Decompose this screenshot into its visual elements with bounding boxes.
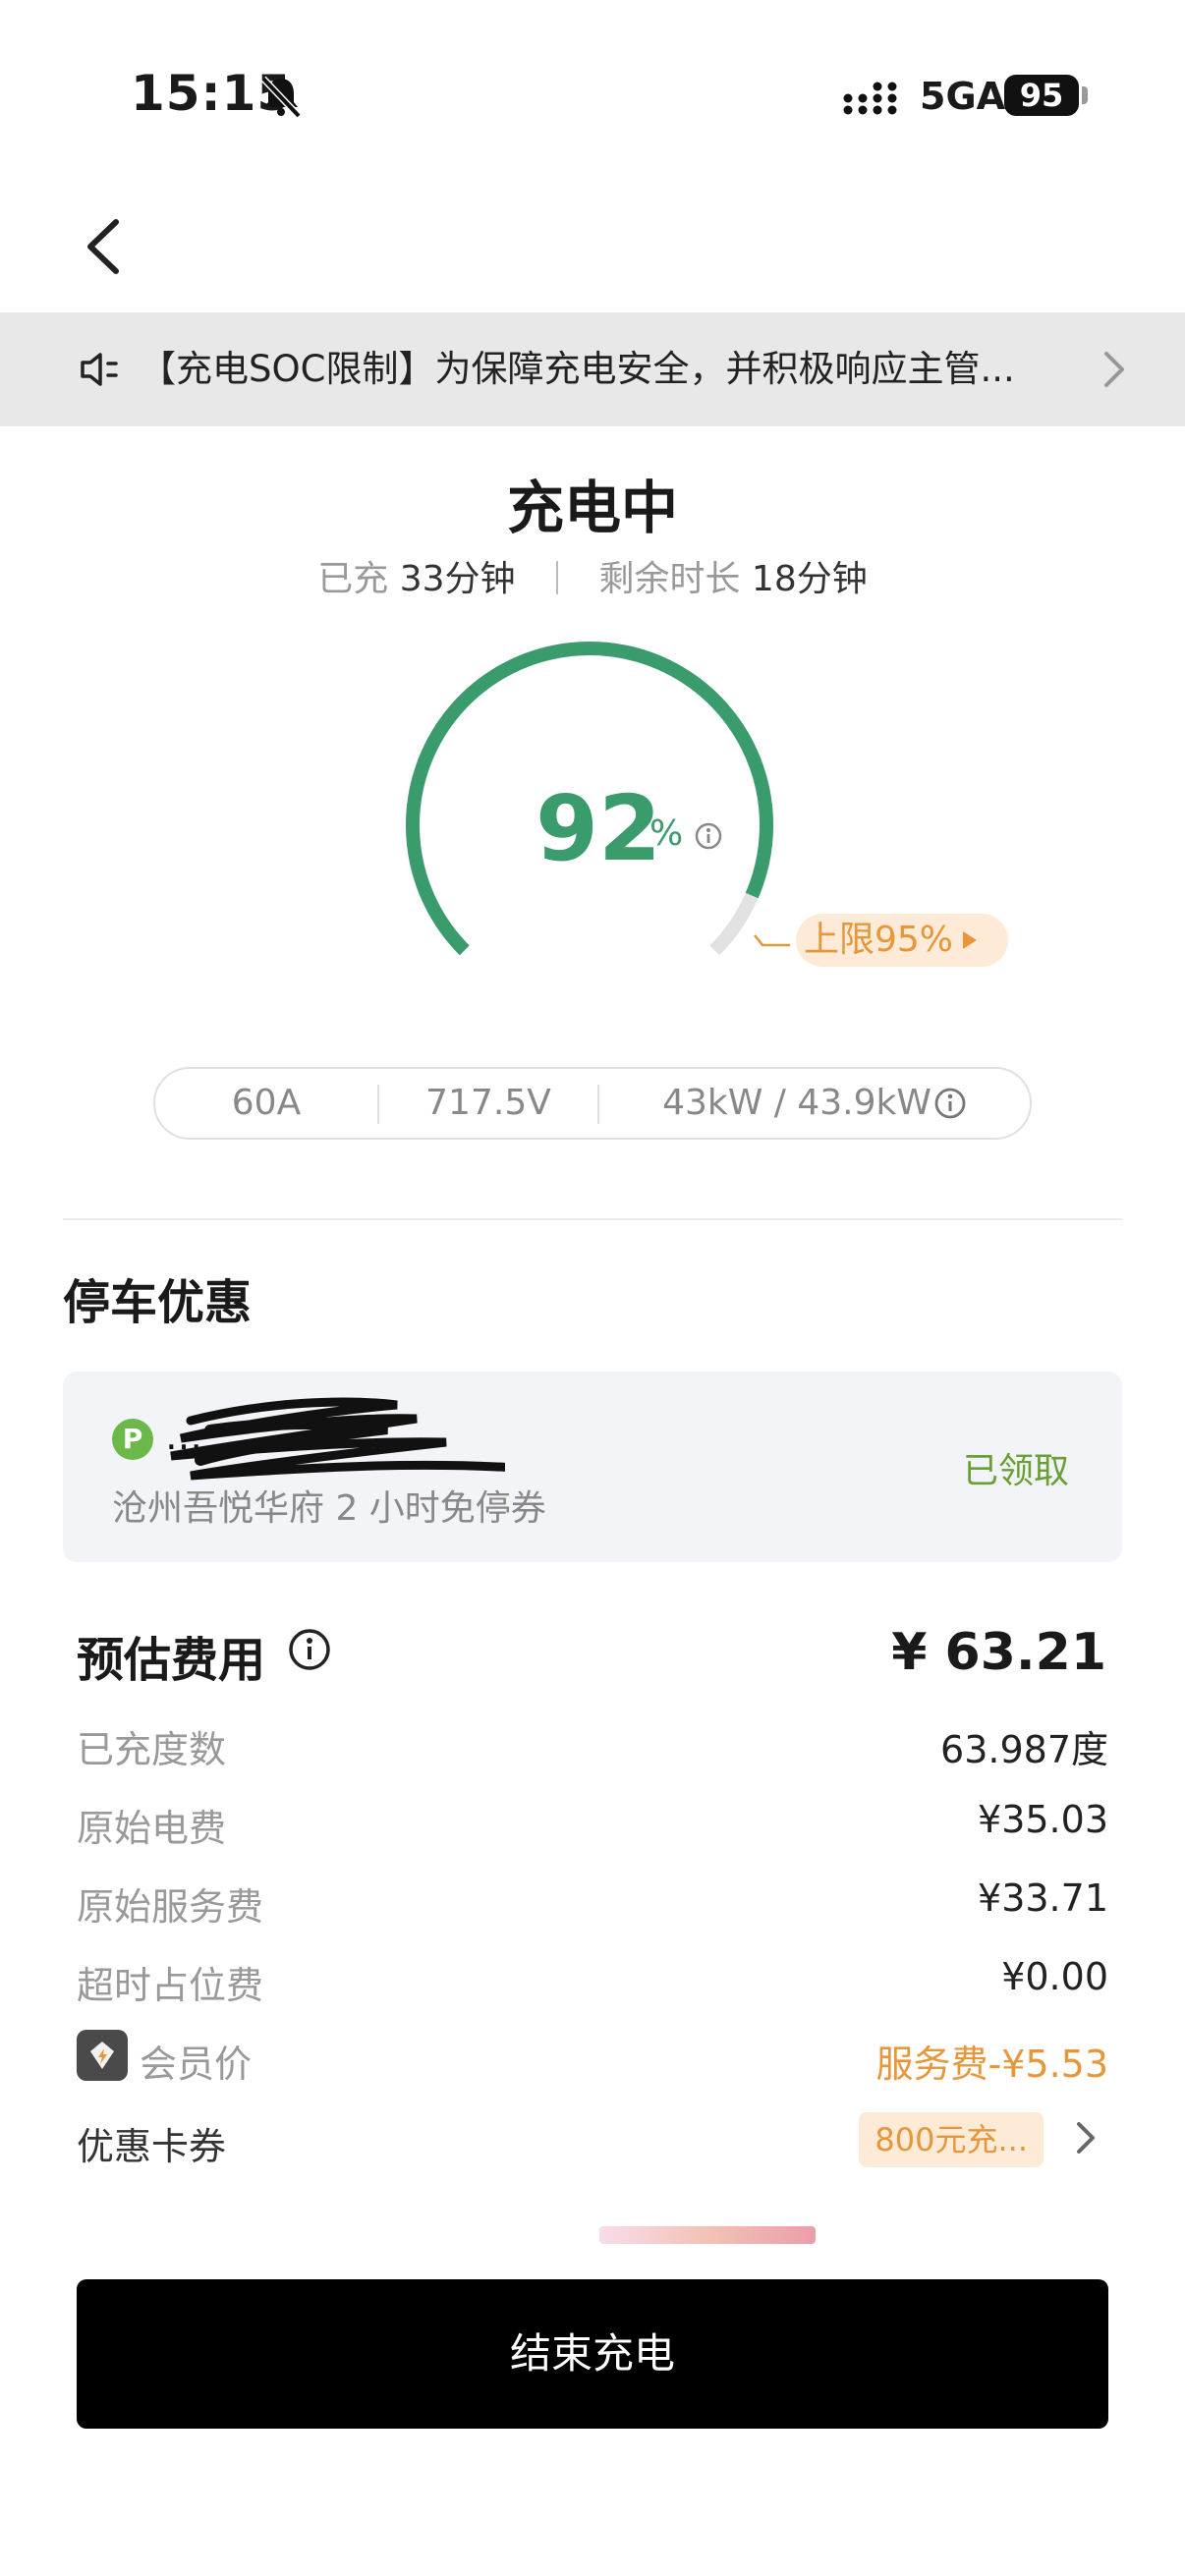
soc-limit-label: 上限95% [804,920,954,960]
coupon-label: 优惠卡券 [77,2125,227,2168]
chevron-right-icon [1104,352,1124,387]
soc-unit: % [649,813,684,854]
fee-row-value: ¥35.03 [978,1798,1108,1841]
status-bar: 15:15 5GA 95 [0,0,1185,187]
member-label: 会员价 [140,2043,253,2086]
info-icon[interactable] [694,821,723,851]
fee-row-value: ¥33.71 [978,1876,1108,1920]
fee-total: ¥ 63.21 [891,1623,1106,1682]
promo-banner-strip [599,2226,816,2244]
info-icon[interactable] [287,1627,332,1672]
fee-section-title: 预估费用 [77,1633,266,1688]
fee-row-label: 原始电费 [77,1807,227,1850]
soc-value: 92 [536,776,662,881]
fee-row-electricity: 原始电费 ¥35.03 [77,1798,1108,1857]
charge-status-title: 充电中 [506,475,678,541]
triangle-right-icon [963,931,978,949]
parking-p-icon: P [112,1419,153,1460]
voltage-metric: 717.5V [425,1083,551,1123]
member-discount-value: 服务费-¥5.53 [875,2043,1109,2086]
notice-banner[interactable]: 【充电SOC限制】为保障充电安全，并积极响应主管... [0,312,1185,426]
parking-section-title: 停车优惠 [63,1275,253,1330]
fee-row-overtime: 超时占位费 ¥0.00 [77,1955,1108,2014]
bell-muted-icon [260,76,302,119]
fee-row-service: 原始服务费 ¥33.71 [77,1876,1108,1935]
speaker-icon [81,353,118,386]
section-divider [63,1218,1122,1220]
chevron-right-icon [1077,2122,1095,2154]
fee-row-energy: 已充度数 63.987度 [77,1719,1108,1778]
back-icon[interactable] [77,212,136,281]
parking-description: 沧州吾悦华府 2 小时免停券 [112,1488,546,1529]
soc-limit-tag[interactable]: 上限95% [796,914,1008,967]
parking-coupon-card[interactable]: P … 沧州吾悦华府 2 小时免停券 已领取 [63,1372,1122,1562]
current-metric: 60A [231,1083,302,1123]
power-metric[interactable]: 43kW / 43.9kW [599,1069,1030,1138]
member-diamond-icon [77,2030,128,2081]
charged-label: 已充 [317,559,389,599]
fee-row-member: 会员价 服务费-¥5.53 [77,2030,1109,2093]
notice-text: 【充电SOC限制】为保障充电安全，并积极响应主管... [140,348,1015,390]
parking-claimed-status: 已领取 [962,1451,1069,1491]
remaining-value: 18分钟 [751,559,868,599]
network-label: 5GA [920,75,1006,118]
fee-row-label: 已充度数 [77,1728,227,1771]
fee-row-label: 超时占位费 [77,1964,264,2007]
end-charge-button[interactable]: 结束充电 [77,2279,1108,2429]
charge-metrics: 60A 717.5V 43kW / 43.9kW [153,1067,1032,1140]
info-icon [934,1088,966,1119]
signal-icon [843,82,897,115]
coupon-row[interactable]: 优惠卡券 800元充... [77,2112,1108,2175]
fee-row-value: 63.987度 [940,1728,1108,1771]
fee-row-label: 原始服务费 [77,1885,264,1929]
power-metric-value: 43kW / 43.9kW [662,1083,931,1123]
charged-value: 33分钟 [399,559,516,599]
battery-tip [1082,86,1088,104]
coupon-chip: 800元充... [859,2112,1044,2167]
remaining-label: 剩余时长 [598,559,741,599]
battery-indicator: 95 [1004,75,1079,116]
fee-row-value: ¥0.00 [1001,1955,1108,1998]
charge-duration-line: 已充 33分钟 剩余时长 18分钟 [0,550,1185,601]
limit-leader-line [754,934,790,947]
divider [556,561,558,594]
